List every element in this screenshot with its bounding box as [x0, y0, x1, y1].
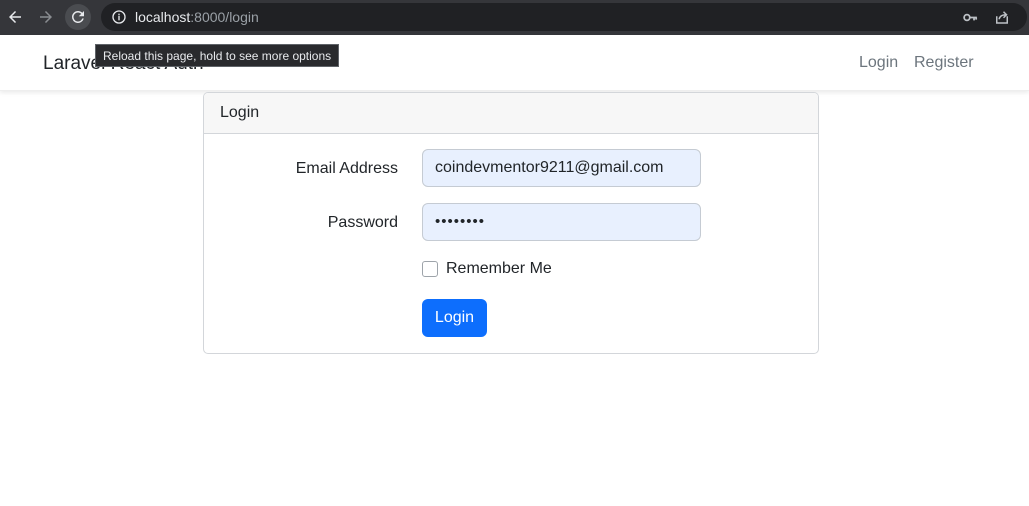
- login-card: Login Email Address coindevmentor9211@gm…: [203, 92, 819, 354]
- info-icon[interactable]: [111, 9, 127, 25]
- address-bar[interactable]: localhost:8000/login: [101, 3, 1027, 31]
- url-text[interactable]: localhost:8000/login: [135, 8, 259, 26]
- password-input[interactable]: ••••••••: [422, 203, 701, 241]
- key-icon[interactable]: [962, 9, 979, 26]
- browser-toolbar: localhost:8000/login: [0, 0, 1029, 35]
- forward-button[interactable]: [33, 4, 59, 30]
- back-arrow-icon: [9, 11, 21, 23]
- nav-register-link[interactable]: Register: [914, 54, 974, 72]
- reload-button[interactable]: [65, 4, 91, 30]
- login-submit-button[interactable]: Login: [422, 299, 487, 337]
- url-path: :8000/login: [190, 9, 259, 25]
- email-input[interactable]: coindevmentor9211@gmail.com: [422, 149, 701, 187]
- card-header: Login: [204, 93, 818, 134]
- back-button[interactable]: [2, 4, 28, 30]
- remember-me-label[interactable]: Remember Me: [446, 260, 552, 278]
- share-icon[interactable]: [993, 8, 1011, 26]
- reload-tooltip: Reload this page, hold to see more optio…: [95, 44, 340, 67]
- remember-me-checkbox[interactable]: [422, 261, 438, 277]
- reload-icon: [71, 10, 84, 23]
- forward-arrow-icon: [40, 11, 52, 23]
- url-host: localhost: [135, 9, 191, 25]
- nav-login-link[interactable]: Login: [859, 54, 898, 72]
- email-label: Email Address: [295, 160, 398, 177]
- password-label: Password: [327, 214, 398, 231]
